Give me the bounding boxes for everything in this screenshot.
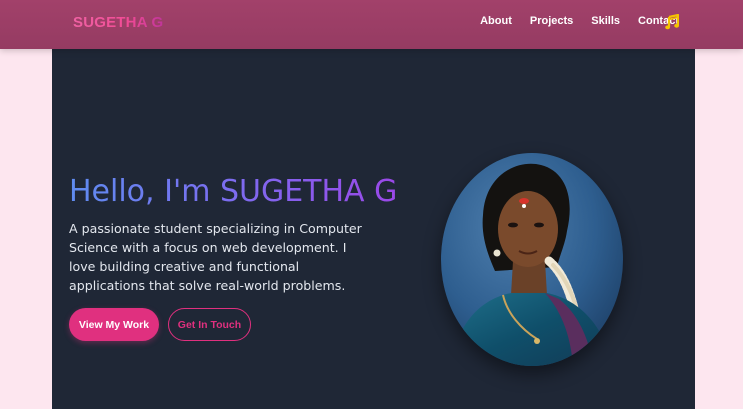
hero-description: A passionate student specializing in Com… [69,221,362,293]
nav-links: About Projects Skills Contact [480,15,679,27]
music-toggle-button[interactable] [664,13,680,31]
nav-link-skills[interactable]: Skills [591,15,620,27]
profile-photo [441,153,623,366]
hero-title: Hello, I'm SUGETHA G [69,174,398,209]
music-note-icon [665,14,679,30]
navbar: SUGETHA G About Projects Skills Contact [0,0,743,49]
nav-link-projects[interactable]: Projects [530,15,573,27]
nav-link-about[interactable]: About [480,15,512,27]
hero-section: Hello, I'm SUGETHA G A passionate studen… [52,49,695,409]
site-logo[interactable]: SUGETHA G [73,14,163,31]
get-in-touch-button[interactable]: Get In Touch [168,308,251,341]
view-my-work-button[interactable]: View My Work [69,308,159,341]
